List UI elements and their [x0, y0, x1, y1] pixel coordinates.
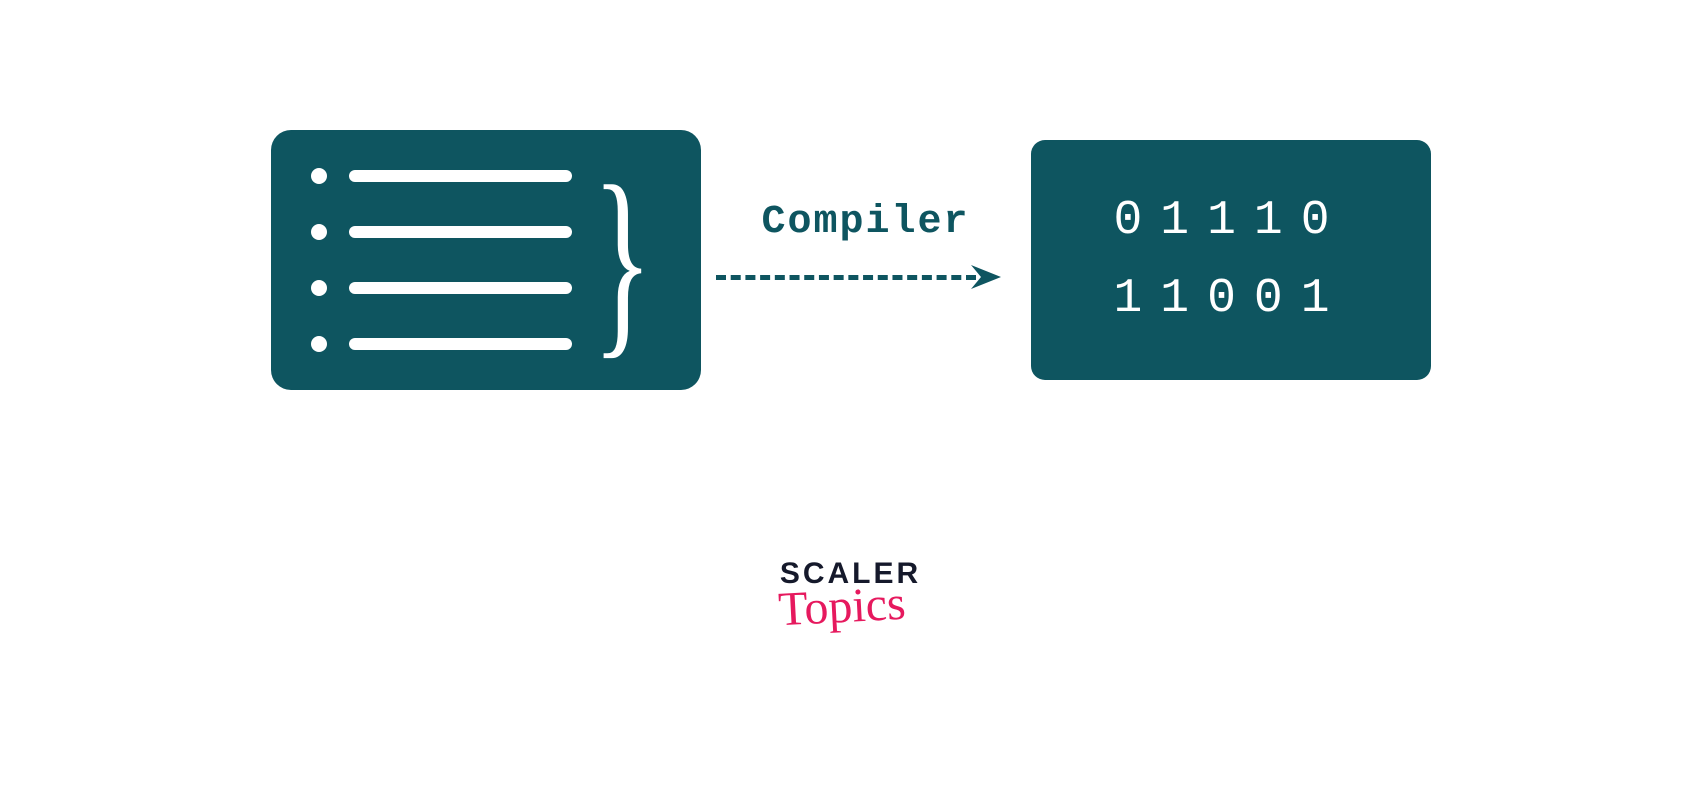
closing-brace-icon: } [592, 166, 652, 355]
binary-output-box: 01110 11001 [1031, 140, 1431, 380]
binary-line: 11001 [1113, 272, 1347, 326]
arrow-head-icon [971, 262, 1007, 297]
bullet-icon [311, 336, 327, 352]
binary-line: 01110 [1113, 194, 1347, 248]
source-code-box: } [271, 130, 701, 390]
bullet-icon [311, 280, 327, 296]
compiler-diagram: } Compiler 01110 11001 [0, 130, 1701, 390]
bullet-icon [311, 168, 327, 184]
line-placeholder [349, 282, 572, 294]
source-line [311, 336, 572, 352]
scaler-topics-logo: SCALER Topics [780, 560, 921, 628]
compiler-arrow-section: Compiler [716, 190, 1016, 330]
source-line [311, 280, 572, 296]
logo-sub-text: Topics [777, 582, 906, 632]
compiler-label: Compiler [761, 200, 969, 245]
source-lines-list [311, 133, 572, 387]
bullet-icon [311, 224, 327, 240]
dashed-arrow-line [716, 275, 976, 280]
source-line [311, 224, 572, 240]
line-placeholder [349, 338, 572, 350]
source-line [311, 168, 572, 184]
line-placeholder [349, 226, 572, 238]
line-placeholder [349, 170, 572, 182]
